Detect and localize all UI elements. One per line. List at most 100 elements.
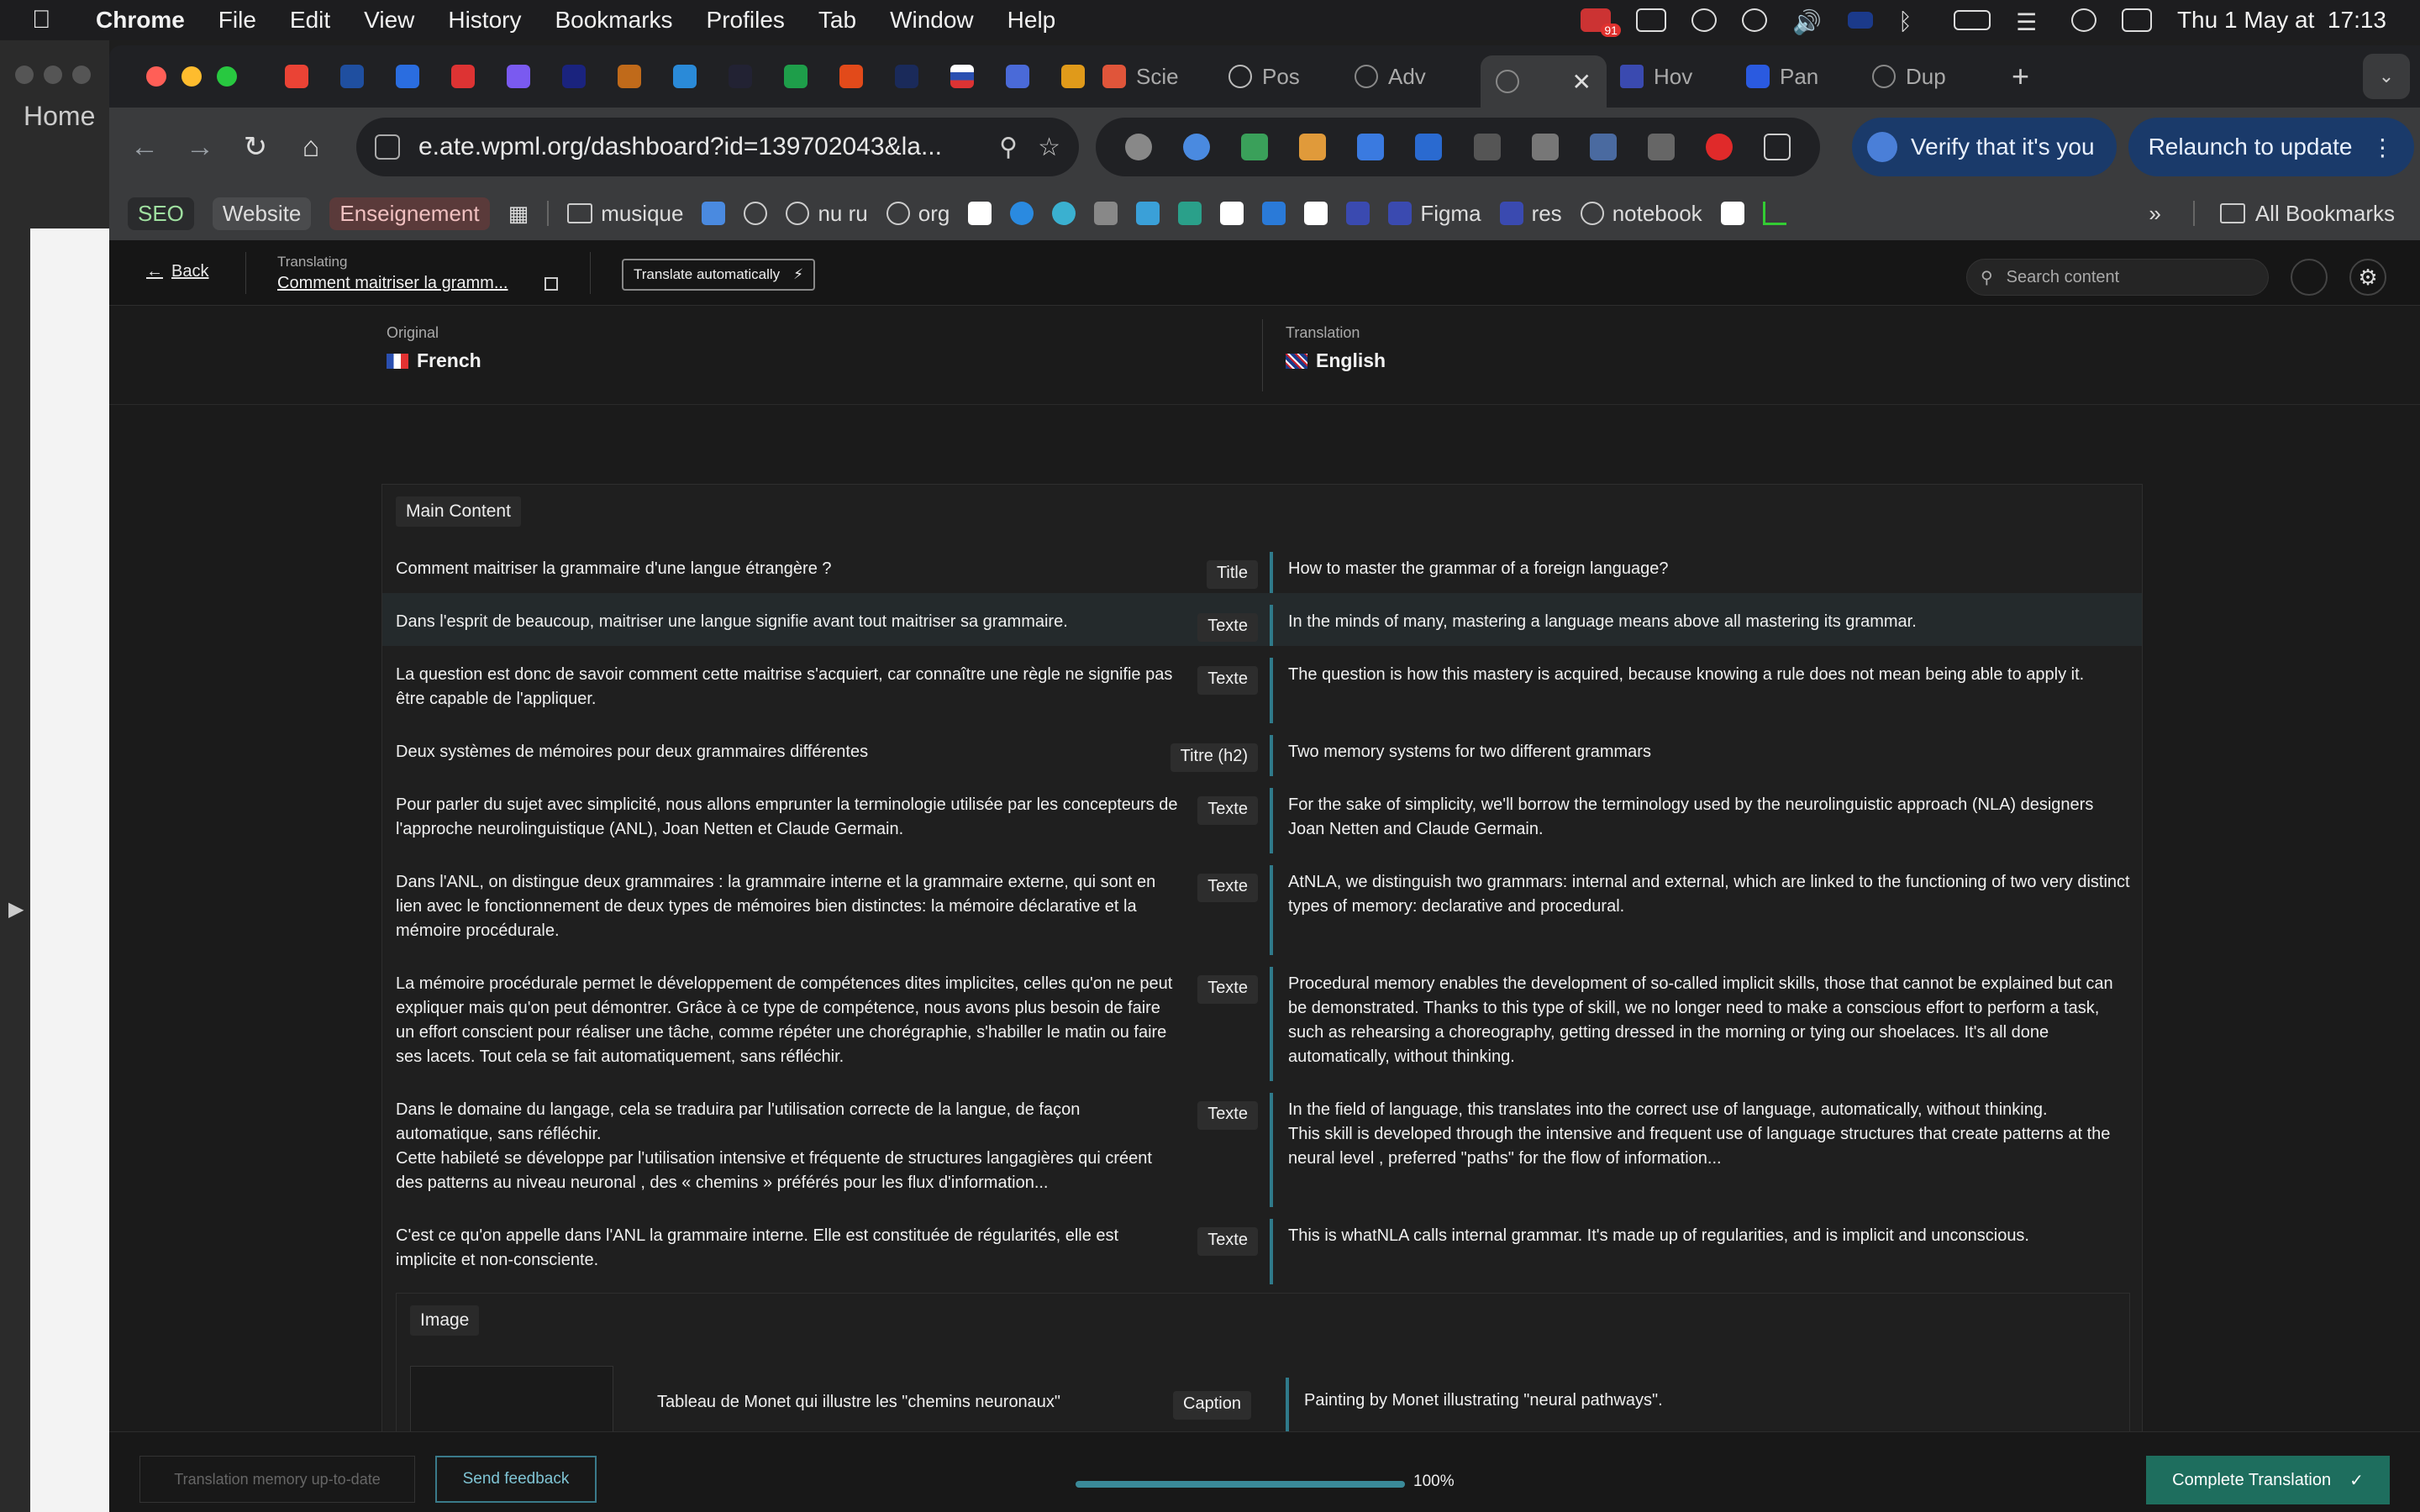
bookmark-teal[interactable] [1178, 202, 1202, 225]
wifi-icon[interactable]: ☰ [2016, 8, 2046, 35]
segment-row[interactable]: Pour parler du sujet avec simplicité, no… [382, 776, 2142, 853]
menu-view[interactable]: View [364, 7, 414, 34]
menu-tab[interactable]: Tab [818, 7, 856, 34]
translation-text[interactable]: In the field of language, this translate… [1288, 1100, 2110, 1168]
menu-bookmarks[interactable]: Bookmarks [555, 7, 672, 34]
menu-help[interactable]: Help [1007, 7, 1056, 34]
bookmark-enseignement[interactable]: Enseignement [329, 197, 490, 230]
tab-terminal[interactable] [881, 56, 933, 97]
search-content-input[interactable]: ⚲ Search content [1966, 259, 2269, 296]
tab-pan[interactable]: Pan [1746, 64, 1872, 90]
tab-russia[interactable] [936, 56, 988, 97]
back-link[interactable]: ← Back [146, 262, 208, 281]
tab-blue-cube[interactable] [381, 56, 434, 97]
translation-text[interactable]: This is whatNLA calls internal grammar. … [1288, 1226, 2029, 1245]
tab-scie[interactable]: Scie [1102, 64, 1228, 90]
translate-extension-icon[interactable] [1647, 134, 1675, 160]
verify-identity-button[interactable]: Verify that it's you [1852, 118, 2117, 176]
tab-hov[interactable]: Hov [1620, 64, 1746, 90]
bookmark-s[interactable] [1010, 202, 1034, 225]
external-link-icon[interactable] [544, 277, 558, 291]
bookmark-linear[interactable] [1346, 202, 1370, 225]
zoom-search-icon[interactable]: ⚲ [999, 133, 1018, 162]
expand-arrow-icon[interactable]: ▶ [8, 897, 24, 921]
eyedropper-extension-icon[interactable] [1531, 134, 1559, 160]
relaunch-button[interactable]: Relaunch to update ⋮ [2128, 118, 2415, 176]
menu-edit[interactable]: Edit [290, 7, 330, 34]
record-extension-icon[interactable] [1706, 134, 1733, 160]
site-info-icon[interactable] [375, 134, 400, 160]
segment-row[interactable]: Deux systèmes de mémoires pour deux gram… [382, 723, 2142, 776]
formula-extension-icon[interactable] [1473, 134, 1501, 160]
bookmark-lsf[interactable] [968, 202, 992, 225]
translation-text[interactable]: How to master the grammar of a foreign l… [1288, 559, 1668, 578]
tab-bird[interactable] [992, 56, 1044, 97]
tab-dup[interactable]: Dup [1872, 64, 1998, 90]
bookmark-star-icon[interactable]: ☆ [1038, 133, 1060, 162]
reload-icon[interactable]: ↻ [235, 130, 276, 164]
back-arrow-icon[interactable]: ← [124, 131, 165, 164]
image-extension-icon[interactable] [1589, 134, 1617, 160]
bookmark-website[interactable]: Website [212, 197, 312, 230]
forward-arrow-icon[interactable]: → [180, 131, 220, 164]
tab-search-chevron-icon[interactable]: ⌄ [2363, 54, 2410, 99]
input-flag-icon[interactable] [1847, 12, 1873, 29]
more-menu-icon[interactable]: ⋮ [2370, 134, 2394, 161]
segment-row[interactable]: Dans le domaine du langage, cela se trad… [382, 1081, 2142, 1207]
spotlight-search-icon[interactable] [2070, 8, 2096, 32]
segment-row[interactable]: Dans l'ANL, on distingue deux grammaires… [382, 853, 2142, 955]
translation-text[interactable]: Two memory systems for two different gra… [1288, 743, 1651, 761]
bookmark-folder-musique[interactable]: musique [567, 201, 683, 227]
segment-row[interactable]: C'est ce qu'on appelle dans l'ANL la gra… [382, 1207, 2142, 1284]
background-home-label[interactable]: Home [24, 101, 95, 132]
close-tab-icon[interactable]: ✕ [1572, 68, 1591, 96]
bookmark-notebook[interactable]: notebook [1580, 201, 1702, 227]
tab-miduo[interactable] [548, 56, 600, 97]
translation-text[interactable]: For the sake of simplicity, we'll borrow… [1288, 795, 2093, 838]
tab-in[interactable] [603, 56, 655, 97]
tab-if[interactable] [659, 56, 711, 97]
time-machine-icon[interactable] [1741, 8, 1767, 32]
status-indicator-icon[interactable] [2291, 259, 2328, 296]
globe-extension-icon[interactable] [1124, 134, 1152, 160]
menu-history[interactable]: History [448, 7, 521, 34]
bookmark-store[interactable] [1094, 202, 1118, 225]
tab-purple-m[interactable] [492, 56, 544, 97]
translation-text[interactable]: AtNLA, we distinguish two grammars: inte… [1288, 873, 2130, 916]
maximize-window-button[interactable] [217, 66, 237, 87]
translation-text[interactable]: Procedural memory enables the developmen… [1288, 974, 2113, 1066]
bookmark-nu-ru[interactable]: nu ru [786, 201, 868, 227]
menu-file[interactable]: File [218, 7, 256, 34]
bookmark-green-l[interactable] [1762, 202, 1786, 225]
tab-dark[interactable] [714, 56, 766, 97]
screen-share-icon[interactable] [1635, 8, 1666, 32]
p-extension-icon[interactable] [1415, 134, 1443, 160]
home-icon[interactable]: ⌂ [291, 131, 331, 164]
tab-gmail[interactable] [271, 56, 323, 97]
complete-translation-button[interactable]: Complete Translation ✓ [2146, 1456, 2390, 1504]
tab-adv[interactable]: Adv [1355, 64, 1481, 90]
all-bookmarks[interactable]: » All Bookmarks [2149, 186, 2395, 240]
bluetooth-icon[interactable]: ᛒ [1898, 8, 1928, 34]
notifications-icon[interactable]: 91 [1580, 8, 1621, 37]
document-title-link[interactable]: Comment maitriser la gramm... [277, 274, 508, 293]
segment-row[interactable]: Dans l'esprit de beaucoup, maitriser une… [382, 593, 2142, 646]
segment-row[interactable]: La question est donc de savoir comment c… [382, 646, 2142, 723]
bookmark-infinity[interactable] [1220, 202, 1244, 225]
segment-row[interactable]: La mémoire procédurale permet le dévelop… [382, 955, 2142, 1081]
settings-gear-icon[interactable]: ⚙ [2349, 259, 2386, 296]
tab-pos[interactable]: Pos [1228, 64, 1355, 90]
new-tab-plus-icon[interactable]: + [2012, 59, 2029, 94]
bookmark-cloud[interactable] [1136, 202, 1160, 225]
tab-lq[interactable] [825, 56, 877, 97]
bookmark-wave[interactable] [1052, 202, 1076, 225]
bookmark-school[interactable] [1262, 202, 1286, 225]
segment-row[interactable]: Comment maitriser la grammaire d'une lan… [382, 540, 2142, 593]
address-bar[interactable]: e.ate.wpml.org/dashboard?id=139702043&la… [356, 118, 1079, 176]
puzzle-extensions-icon[interactable] [1764, 134, 1791, 160]
bookmark-lsf-2[interactable] [1304, 202, 1328, 225]
tab-sheets[interactable] [770, 56, 822, 97]
tab-active[interactable]: ✕ [1481, 55, 1607, 108]
tab-m-orange[interactable] [1047, 56, 1099, 97]
send-feedback-button[interactable]: Send feedback [435, 1456, 597, 1503]
